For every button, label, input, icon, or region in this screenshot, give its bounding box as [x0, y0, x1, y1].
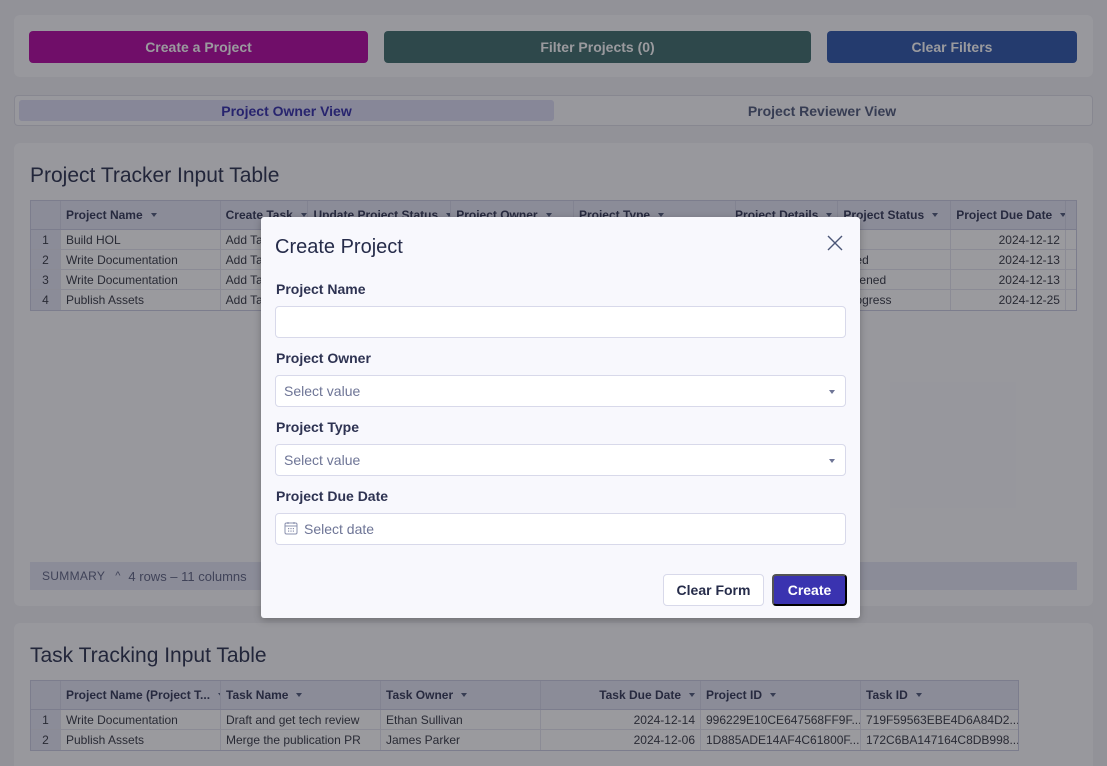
- calendar-icon: [284, 521, 298, 538]
- project-due-date-label: Project Due Date: [276, 488, 389, 504]
- project-owner-label: Project Owner: [276, 350, 371, 366]
- select-placeholder: Select value: [284, 383, 361, 399]
- chevron-down-icon: [829, 459, 835, 463]
- project-owner-select[interactable]: Select value: [275, 375, 846, 407]
- project-type-label: Project Type: [276, 419, 359, 435]
- create-button[interactable]: Create: [772, 574, 847, 606]
- create-project-dialog: Create Project Project Name Project Owne…: [261, 217, 860, 618]
- select-placeholder: Select value: [284, 452, 361, 468]
- project-name-input[interactable]: [275, 306, 846, 338]
- project-type-select[interactable]: Select value: [275, 444, 846, 476]
- clear-form-button[interactable]: Clear Form: [663, 574, 764, 606]
- close-icon[interactable]: [826, 234, 844, 252]
- chevron-down-icon: [829, 390, 835, 394]
- dialog-title: Create Project: [275, 236, 403, 258]
- project-name-label: Project Name: [276, 281, 366, 297]
- project-due-date-picker[interactable]: Select date: [275, 513, 846, 545]
- app-page: Create a Project Filter Projects (0) Cle…: [0, 0, 1107, 766]
- date-placeholder: Select date: [304, 521, 375, 537]
